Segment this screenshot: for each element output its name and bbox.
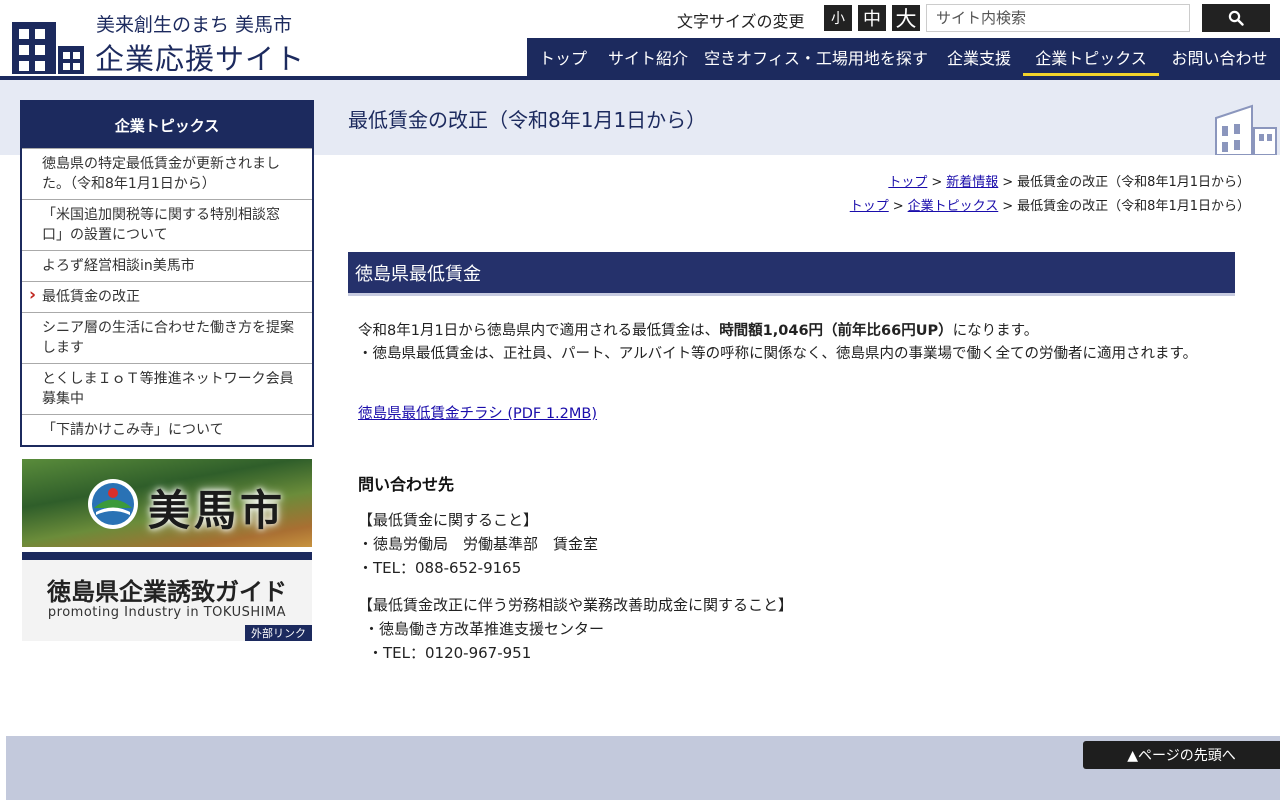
nav-item-support[interactable]: 企業支援 (935, 38, 1023, 76)
global-nav: トップ サイト紹介 空きオフィス・工場用地を探す 企業支援 企業トピックス お問… (527, 38, 1280, 76)
sidebar-item-tariff-consultation[interactable]: 「米国追加関税等に関する特別相談窓口」の設置について (22, 199, 312, 250)
contact-2-phone: ・TEL：0120-967-951 (368, 644, 532, 662)
contact-1-title: 【最低賃金に関すること】 (358, 511, 539, 529)
breadcrumb-current: 最低賃金の改正（令和8年1月1日から） (1017, 199, 1250, 214)
tokushima-guide-banner[interactable]: 徳島県企業誘致ガイド promoting Industry in TOKUSHI… (22, 552, 312, 641)
nav-item-about[interactable]: サイト紹介 (599, 38, 697, 76)
wage-amount: 時間額1,046円（前年比66円UP） (719, 323, 953, 339)
building-decoration-icon (1215, 104, 1277, 155)
sidebar-item-minimum-wage[interactable]: 最低賃金の改正 (22, 281, 312, 312)
nav-item-topics[interactable]: 企業トピックス (1023, 38, 1159, 76)
nav-item-top[interactable]: トップ (527, 38, 599, 76)
intro-paragraph: 令和8年1月1日から徳島県内で適用される最低賃金は、時間額1,046円（前年比6… (358, 320, 1224, 343)
site-header: 美来創生のまち 美馬市 企業応援サイト 文字サイズの変更 小 中 大 トップ サ… (0, 0, 1280, 80)
font-size-label: 文字サイズの変更 (677, 12, 805, 31)
font-size-medium-button[interactable]: 中 (858, 5, 886, 31)
page-title: 最低賃金の改正（令和8年1月1日から） (348, 108, 707, 132)
breadcrumb-link-topics[interactable]: 企業トピックス (908, 199, 999, 214)
contact-1-phone: ・TEL：088-652-9165 (358, 559, 522, 577)
contact-1-organization: ・徳島労働局 労働基準部 賃金室 (358, 535, 599, 553)
search-input[interactable] (926, 4, 1190, 32)
sidebar-item-specific-minimum-wage[interactable]: 徳島県の特定最低賃金が更新されました。（令和8年1月1日から） (22, 148, 312, 199)
intro-text: 令和8年1月1日から徳島県内で適用される最低賃金は、 (358, 323, 720, 339)
sidebar-item-subcontract[interactable]: 「下請かけこみ寺」について (22, 414, 312, 445)
article-body: 令和8年1月1日から徳島県内で適用される最低賃金は、時間額1,046円（前年比6… (358, 320, 1224, 366)
external-link-badge: 外部リンク (245, 625, 312, 641)
breadcrumb-link-top[interactable]: トップ (850, 199, 889, 214)
breadcrumb: トップ > 企業トピックス > 最低賃金の改正（令和8年1月1日から） (850, 195, 1250, 214)
page-top-button[interactable]: ▲ページの先頭へ (1083, 741, 1280, 769)
sidebar-item-yorozu-consultation[interactable]: よろず経営相談in美馬市 (22, 250, 312, 281)
breadcrumb-link-top[interactable]: トップ (888, 175, 927, 190)
font-size-small-button[interactable]: 小 (824, 5, 852, 31)
breadcrumb-current: 最低賃金の改正（令和8年1月1日から） (1017, 175, 1250, 190)
breadcrumb-separator: > (1002, 175, 1014, 190)
breadcrumb-separator: > (1002, 199, 1014, 214)
applicability-note: ・徳島県最低賃金は、正社員、パート、アルバイト等の呼称に関係なく、徳島県内の事業… (358, 346, 1198, 362)
sidebar-heading: 企業トピックス (22, 102, 312, 148)
mima-city-banner-text: 美馬市 (148, 486, 287, 535)
sidebar-item-iot-network[interactable]: とくしまＩｏＴ等推進ネットワーク会員募集中 (22, 363, 312, 414)
breadcrumb-separator: > (892, 199, 904, 214)
building-logo-icon[interactable] (10, 18, 86, 76)
breadcrumb-link-news[interactable]: 新着情報 (946, 175, 998, 190)
search-button[interactable] (1202, 4, 1270, 32)
site-title[interactable]: 企業応援サイト (95, 36, 305, 78)
contact-2-title: 【最低賃金改正に伴う労務相談や業務改善助成金に関すること】 (358, 596, 794, 614)
nav-item-office-search[interactable]: 空きオフィス・工場用地を探す (697, 38, 935, 76)
section-heading: 徳島県最低賃金 (348, 252, 1235, 296)
breadcrumb: トップ > 新着情報 > 最低賃金の改正（令和8年1月1日から） (888, 171, 1250, 190)
intro-text-end: になります。 (952, 323, 1039, 339)
flyer-pdf-link[interactable]: 徳島県最低賃金チラシ (PDF 1.2MB) (358, 402, 597, 423)
search-icon (1228, 10, 1244, 26)
nav-item-contact[interactable]: お問い合わせ (1159, 38, 1280, 76)
font-size-large-button[interactable]: 大 (892, 5, 920, 31)
mima-city-banner[interactable]: 美馬市 (22, 459, 312, 547)
city-emblem-icon (88, 479, 138, 529)
guide-banner-title: 徳島県企業誘致ガイド (47, 578, 287, 606)
site-subtitle: 美来創生のまち 美馬市 (96, 14, 293, 36)
guide-banner-subtitle: promoting Industry in TOKUSHIMA (47, 605, 287, 620)
sidebar-menu: 企業トピックス 徳島県の特定最低賃金が更新されました。（令和8年1月1日から） … (20, 100, 314, 447)
contact-2-organization: ・徳島働き方改革推進支援センター (364, 620, 605, 638)
sidebar-item-senior-work[interactable]: シニア層の生活に合わせた働き方を提案します (22, 312, 312, 363)
contact-heading: 問い合わせ先 (358, 475, 455, 494)
breadcrumb-separator: > (931, 175, 943, 190)
